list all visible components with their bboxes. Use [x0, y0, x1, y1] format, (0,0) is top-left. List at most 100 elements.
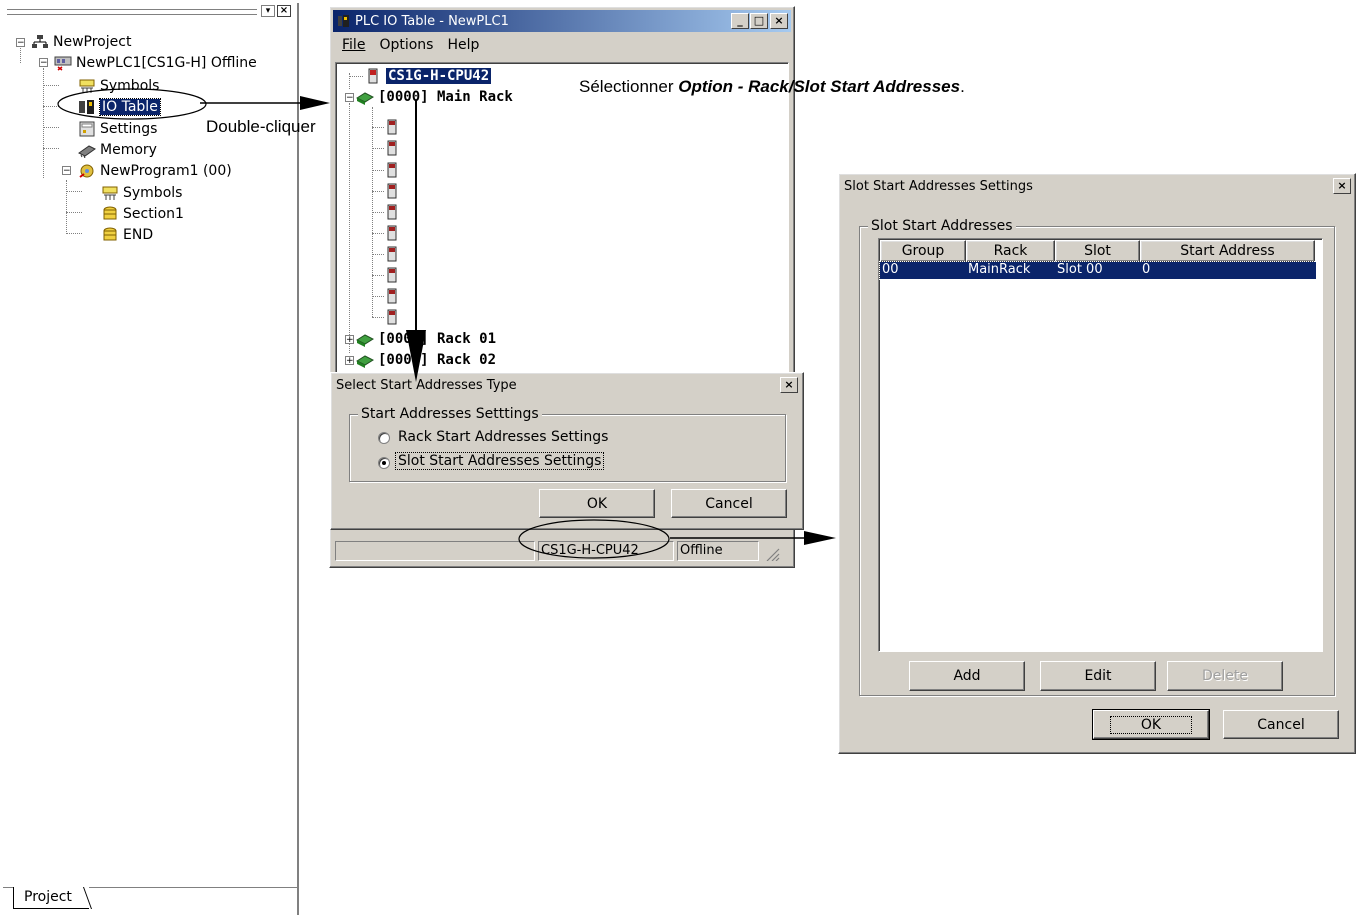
- cancel-button[interactable]: Cancel: [1223, 710, 1339, 739]
- minimize-button[interactable]: _: [731, 13, 749, 29]
- tab-project-label: Project: [24, 889, 72, 905]
- program-icon: [78, 163, 96, 179]
- annotation-prefix: Sélectionner: [579, 77, 679, 96]
- collapse-icon[interactable]: −: [16, 38, 25, 48]
- status-pane-empty: [335, 541, 535, 561]
- menu-help[interactable]: Help: [447, 37, 479, 53]
- pane-close-icon[interactable]: ×: [277, 5, 291, 17]
- collapse-icon[interactable]: −: [62, 166, 71, 176]
- double-click-annotation: Double-cliquer: [206, 117, 316, 136]
- symbols-icon: [101, 185, 119, 201]
- slot-icon[interactable]: [386, 140, 398, 160]
- tree-label: Symbols: [123, 185, 183, 201]
- slot-dialog-titlebar[interactable]: Slot Start Addresses Settings ×: [840, 175, 1354, 197]
- menu-file[interactable]: File: [342, 37, 365, 53]
- delete-button[interactable]: Delete: [1167, 661, 1283, 691]
- menu-options-label: Options: [379, 37, 434, 53]
- tree-item-newproject[interactable]: NewProject: [31, 32, 131, 52]
- slot-icon[interactable]: [386, 162, 398, 182]
- maximize-button[interactable]: □: [750, 13, 768, 29]
- ok-button[interactable]: OK: [539, 489, 655, 518]
- io-window-titlebar[interactable]: PLC IO Table - NewPLC1 _ □ ×: [333, 10, 791, 32]
- edit-button[interactable]: Edit: [1040, 661, 1156, 691]
- pane-grip[interactable]: [7, 9, 257, 15]
- io-table-icon: [337, 14, 351, 28]
- table-row[interactable]: 00 MainRack Slot 00 0: [879, 261, 1317, 280]
- column-header-label: Rack: [993, 243, 1028, 259]
- tree-label: Memory: [100, 142, 157, 158]
- cancel-button[interactable]: Cancel: [671, 489, 787, 518]
- tree-item-plc[interactable]: NewPLC1[CS1G-H] Offline: [54, 53, 257, 73]
- tree-item-program-symbols[interactable]: Symbols: [101, 183, 182, 203]
- rack-icon: [355, 352, 375, 368]
- menu-help-label: Help: [447, 37, 480, 53]
- column-header-rack[interactable]: Rack: [966, 240, 1055, 262]
- tab-project[interactable]: Project: [13, 887, 89, 909]
- tree-item-cpu[interactable]: CS1G-H-CPU42: [364, 66, 492, 86]
- ok-button[interactable]: OK: [1092, 709, 1210, 740]
- network-icon: [31, 34, 49, 50]
- slot-icon[interactable]: [386, 288, 398, 308]
- close-button[interactable]: ×: [770, 13, 788, 29]
- list-header: Group Rack Slot Start Address: [880, 240, 1317, 262]
- column-header-start-address[interactable]: Start Address: [1140, 240, 1315, 262]
- column-header-slot[interactable]: Slot: [1055, 240, 1140, 262]
- expand-icon[interactable]: +: [345, 335, 354, 345]
- close-button[interactable]: ×: [1333, 178, 1351, 194]
- memory-icon: [78, 142, 96, 159]
- tree-item-program[interactable]: NewProgram1 (00): [78, 161, 232, 181]
- slot-icon[interactable]: [386, 119, 398, 139]
- tree-label: END: [123, 227, 154, 243]
- column-header-group[interactable]: Group: [880, 240, 966, 262]
- slot-icon[interactable]: [386, 309, 398, 329]
- io-tree-view[interactable]: CS1G-H-CPU42 − [0000] Main Rack + [0000]…: [335, 62, 789, 377]
- tree-label: NewPLC1[CS1G-H] Offline: [76, 55, 257, 71]
- slot-icon[interactable]: [386, 267, 398, 287]
- slot-list-view[interactable]: Group Rack Slot Start Address 00 MainRac…: [878, 238, 1323, 652]
- slot-icon[interactable]: [386, 183, 398, 203]
- cell-slot: Slot 00: [1057, 262, 1103, 277]
- radio-rack[interactable]: [378, 432, 390, 444]
- close-button[interactable]: ×: [780, 377, 798, 393]
- plc-icon: [54, 55, 72, 71]
- cpu-label: CS1G-H-CPU42: [386, 68, 492, 84]
- rack-icon: [355, 89, 375, 105]
- column-header-label: Group: [901, 243, 945, 259]
- status-callout-ellipse: [518, 519, 670, 559]
- io-table-callout-ellipse: [57, 88, 207, 120]
- menu-options[interactable]: Options: [379, 37, 433, 53]
- io-window-title: PLC IO Table - NewPLC1: [355, 13, 509, 29]
- down-arrow: [406, 100, 426, 382]
- add-button[interactable]: Add: [909, 661, 1025, 691]
- slot-icon[interactable]: [386, 204, 398, 224]
- group-label: Start Addresses Setttings: [358, 406, 542, 422]
- edit-label: Edit: [1084, 668, 1112, 684]
- cancel-label: Cancel: [705, 495, 753, 512]
- rack02-label: [0000] Rack 02: [378, 352, 497, 368]
- delete-label: Delete: [1202, 668, 1248, 684]
- collapse-icon[interactable]: −: [345, 93, 354, 103]
- tree-label: NewProgram1 (00): [100, 163, 232, 179]
- slot-settings-dialog: Slot Start Addresses Settings × Slot Sta…: [838, 173, 1356, 754]
- radio-rack-label[interactable]: Rack Start Addresses Settings: [398, 429, 608, 445]
- menu-file-label: File: [342, 37, 366, 53]
- rack-icon: [355, 331, 375, 347]
- cell-start-address: 0: [1142, 262, 1151, 277]
- slot-icon[interactable]: [386, 246, 398, 266]
- expand-icon[interactable]: +: [345, 356, 354, 366]
- radio-slot-label[interactable]: Slot Start Addresses Settings: [394, 452, 605, 470]
- tree-item-section1[interactable]: Section1: [101, 204, 184, 224]
- ok-label: OK: [1109, 715, 1193, 734]
- pane-menu-icon[interactable]: ▾: [261, 5, 275, 17]
- radio-slot[interactable]: [378, 457, 390, 469]
- collapse-icon[interactable]: −: [39, 58, 48, 68]
- tree-item-end[interactable]: END: [101, 225, 153, 245]
- select-dialog-titlebar[interactable]: Select Start Addresses Type ×: [332, 374, 802, 396]
- column-header-label: Slot: [1084, 243, 1111, 259]
- slot-icon[interactable]: [386, 225, 398, 245]
- section-icon: [101, 206, 119, 222]
- cancel-label: Cancel: [1257, 716, 1305, 733]
- tree-item-memory[interactable]: Memory: [78, 140, 157, 160]
- annotation-suffix: .: [960, 77, 965, 96]
- annotation-emphasis: Option - Rack/Slot Start Addresses: [678, 77, 961, 96]
